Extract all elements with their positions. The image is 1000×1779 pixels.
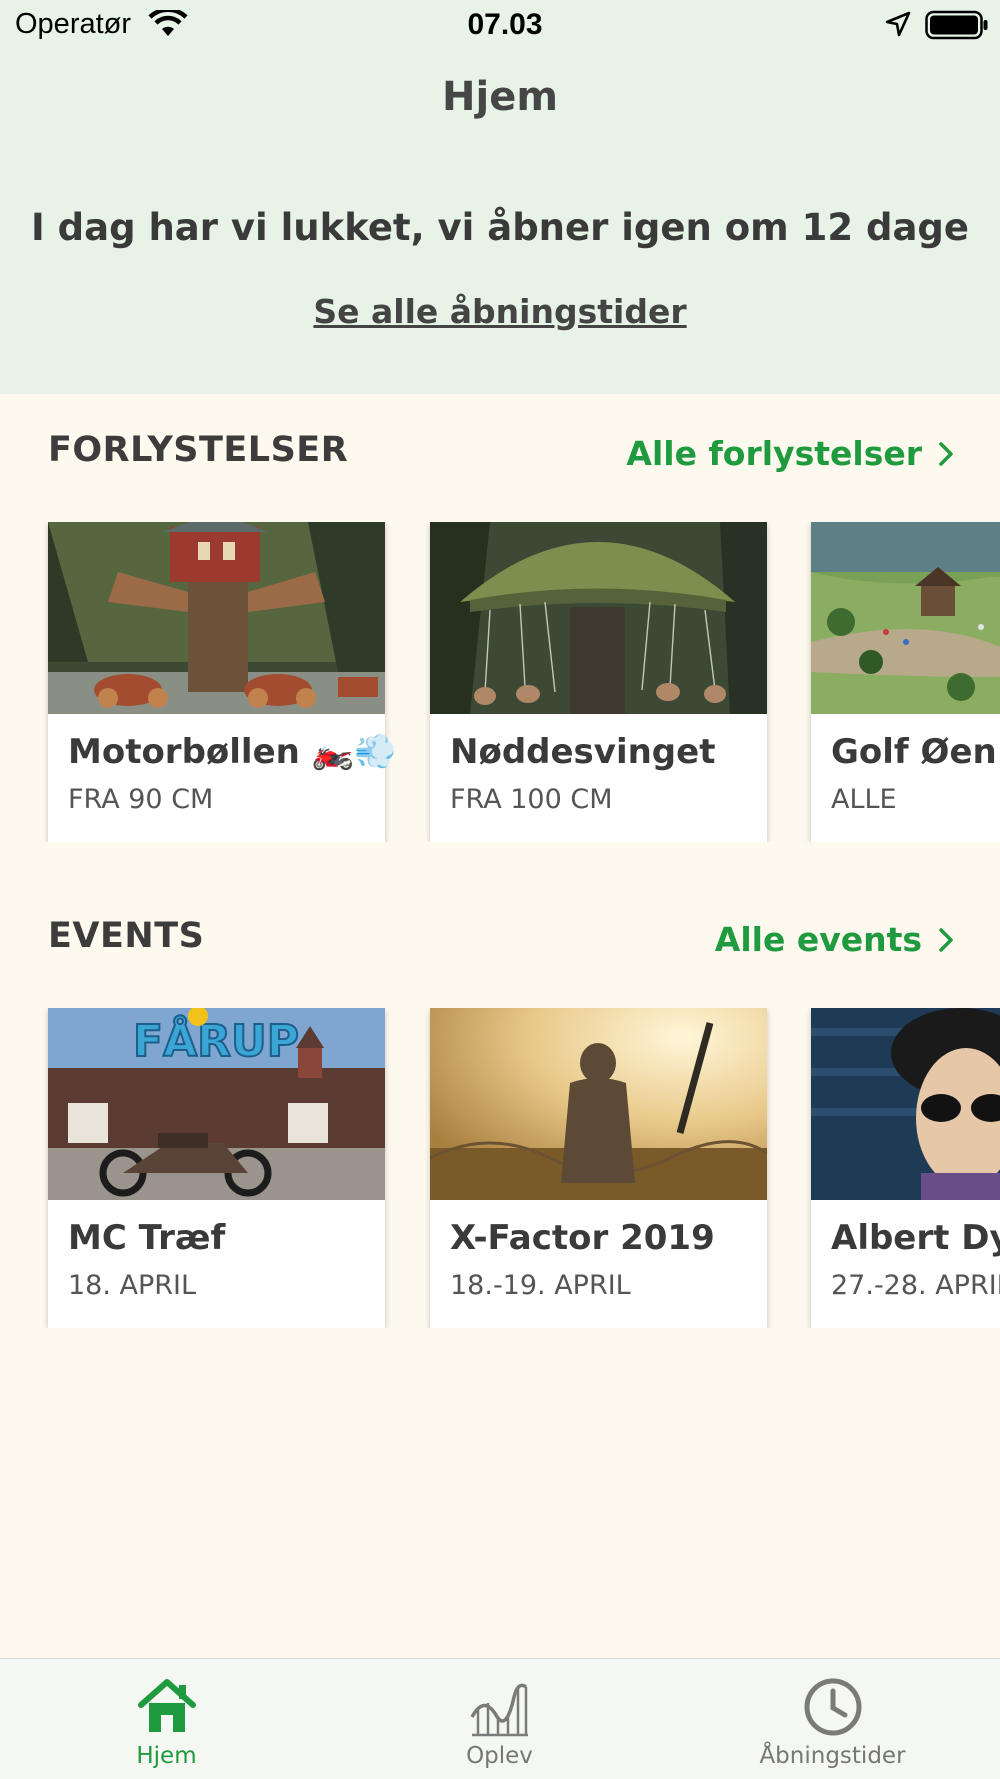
ride-card[interactable]: Nøddesvinget FRA 100 CM bbox=[430, 522, 767, 842]
events-section-title: EVENTS bbox=[48, 916, 205, 956]
event-date: 27.-28. APRIL bbox=[831, 1270, 1000, 1301]
ride-name: Motorbøllen 🏍️💨 bbox=[68, 732, 397, 772]
ride-card[interactable]: Golf Øen ALLE bbox=[811, 522, 1000, 842]
tab-opening-hours-label: Åbningstider bbox=[759, 1743, 906, 1769]
page-title: Hjem bbox=[442, 74, 558, 120]
event-name: Albert Dyrlund bbox=[831, 1218, 1000, 1258]
chevron-right-icon bbox=[939, 441, 953, 466]
tab-oplev-label: Oplev bbox=[466, 1743, 533, 1769]
ride-height: FRA 100 CM bbox=[450, 784, 613, 815]
location-arrow-icon bbox=[885, 11, 911, 37]
events-carousel[interactable]: FÅRUP MC Træf 18. APRIL X-Factor 2019 18… bbox=[0, 1008, 1000, 1328]
ride-card[interactable]: Motorbøllen 🏍️💨 FRA 90 CM bbox=[48, 522, 396, 842]
status-bar: Operatør 07.03 bbox=[0, 0, 1000, 52]
house-icon bbox=[137, 1679, 196, 1732]
all-rides-label: Alle forlystelser bbox=[626, 434, 922, 473]
rides-carousel[interactable]: Motorbøllen 🏍️💨 FRA 90 CM Nøddesvinget F… bbox=[0, 522, 1000, 842]
ride-name: Nøddesvinget bbox=[450, 732, 716, 772]
event-card[interactable]: FÅRUP MC Træf 18. APRIL bbox=[48, 1008, 385, 1328]
all-rides-link[interactable]: Alle forlystelser bbox=[626, 434, 954, 473]
tab-opening-hours[interactable]: Åbningstider bbox=[666, 1659, 999, 1779]
event-date: 18.-19. APRIL bbox=[450, 1270, 631, 1301]
rides-section-title: FORLYSTELSER bbox=[48, 430, 349, 470]
event-date: 18. APRIL bbox=[68, 1270, 197, 1301]
clock-icon bbox=[804, 1678, 861, 1736]
farup-logo: FÅRUP bbox=[133, 1014, 299, 1067]
event-image bbox=[430, 1008, 767, 1200]
tab-bar: Hjem Oplev Åbningstider bbox=[0, 1658, 1000, 1779]
ride-height: ALLE bbox=[831, 784, 897, 815]
header-area: Operatør 07.03 Hjem I dag har vi lukket,… bbox=[0, 0, 1000, 394]
see-all-hours-link[interactable]: Se alle åbningstider bbox=[0, 292, 1000, 331]
event-name: MC Træf bbox=[68, 1218, 226, 1258]
rollercoaster-icon bbox=[469, 1683, 528, 1737]
all-events-link[interactable]: Alle events bbox=[715, 920, 954, 959]
ride-name: Golf Øen bbox=[831, 732, 997, 772]
ride-image bbox=[811, 522, 1000, 714]
event-card[interactable]: Albert Dyrlund 27.-28. APRIL bbox=[811, 1008, 1000, 1328]
tab-home[interactable]: Hjem bbox=[0, 1659, 333, 1779]
event-name: X-Factor 2019 bbox=[450, 1218, 715, 1258]
event-card[interactable]: X-Factor 2019 18.-19. APRIL bbox=[430, 1008, 767, 1328]
status-time: 07.03 bbox=[467, 8, 543, 41]
ride-image bbox=[430, 522, 767, 714]
chevron-right-icon bbox=[939, 927, 953, 952]
event-image: FÅRUP bbox=[48, 1008, 385, 1200]
battery-icon bbox=[925, 10, 988, 40]
all-events-label: Alle events bbox=[714, 920, 922, 959]
ride-height: FRA 90 CM bbox=[68, 784, 214, 815]
tab-oplev[interactable]: Oplev bbox=[333, 1659, 666, 1779]
ride-image bbox=[48, 522, 385, 714]
event-image bbox=[811, 1008, 1000, 1200]
tab-home-label: Hjem bbox=[136, 1743, 197, 1769]
closed-message: I dag har vi lukket, vi åbner igen om 12… bbox=[31, 206, 969, 249]
